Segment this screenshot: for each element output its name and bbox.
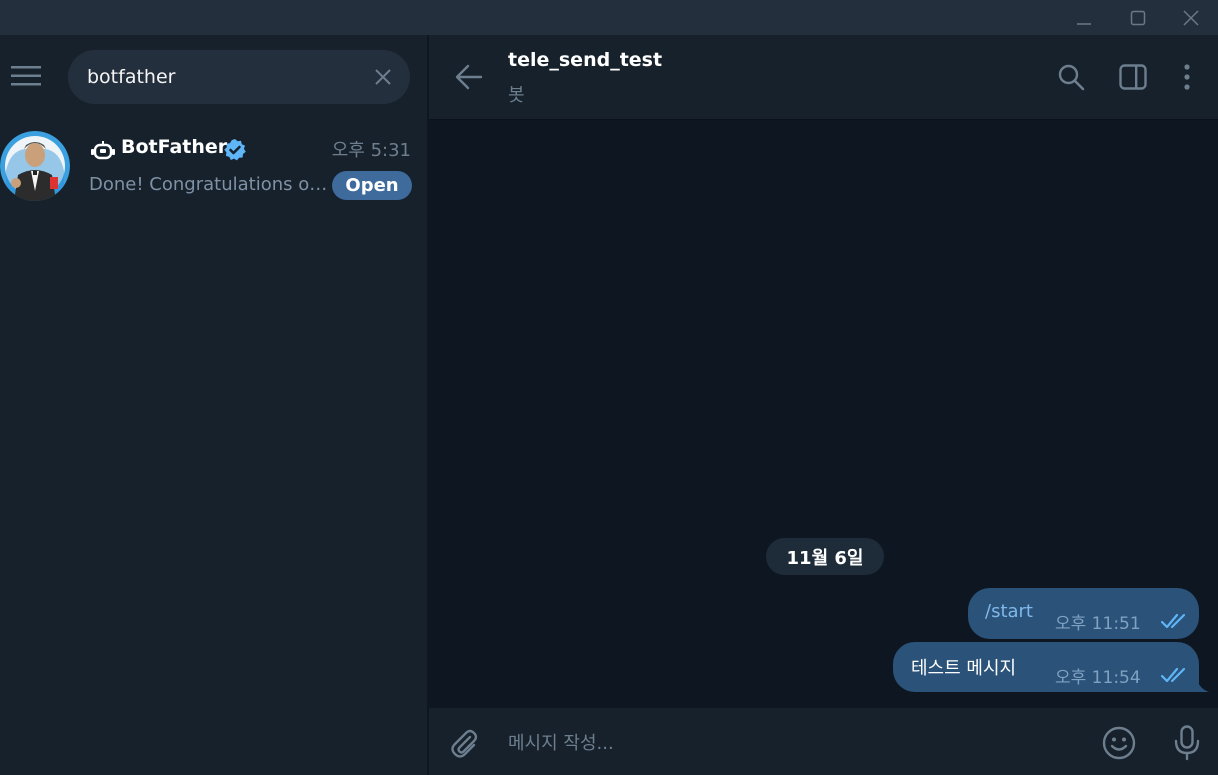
paperclip-icon	[451, 729, 478, 758]
toggle-sidebar-button[interactable]	[1117, 61, 1149, 93]
search-chat-button[interactable]	[1055, 61, 1087, 93]
attach-button[interactable]	[447, 726, 483, 762]
message-bubble[interactable]: /start 오후 11:51	[968, 588, 1199, 639]
minimize-button[interactable]	[1057, 0, 1111, 35]
window-titlebar	[0, 0, 1218, 35]
message-bubble[interactable]: 테스트 메시지 오후 11:54	[893, 642, 1199, 692]
chat-name: BotFather	[121, 136, 228, 158]
arrow-left-icon	[455, 64, 483, 90]
botfather-avatar-image	[0, 131, 70, 201]
message-composer	[429, 708, 1218, 775]
sidebar: BotFather 오후 5:31 Done! Congratulations …	[0, 35, 427, 775]
close-window-button[interactable]	[1164, 0, 1218, 35]
chat-title[interactable]: tele_send_test	[508, 49, 662, 71]
double-check-icon	[1161, 613, 1186, 629]
search-input[interactable]	[87, 62, 357, 92]
message-time: 오후 11:51	[1055, 614, 1141, 634]
close-icon	[375, 69, 391, 85]
more-options-button[interactable]	[1171, 61, 1203, 93]
microphone-icon	[1174, 725, 1200, 761]
voice-record-button[interactable]	[1169, 723, 1205, 763]
chat-subtitle: 봇	[508, 85, 525, 106]
chat-panel: tele_send_test 봇 11월 6일 /start 오후 11:51	[429, 35, 1218, 775]
hamburger-menu-icon	[11, 66, 41, 86]
maximize-icon	[1130, 10, 1146, 25]
date-separator: 11월 6일	[766, 538, 884, 575]
message-text[interactable]: /start	[985, 601, 1033, 622]
main-menu-button[interactable]	[8, 58, 44, 94]
close-icon	[1183, 9, 1199, 26]
open-button[interactable]: Open	[332, 171, 412, 200]
more-vertical-icon	[1184, 64, 1190, 90]
double-check-icon	[1161, 667, 1186, 683]
chat-header: tele_send_test 봇	[429, 35, 1218, 120]
chat-preview: Done! Congratulations on your new bot.	[89, 174, 329, 195]
chat-time: 오후 5:31	[331, 140, 411, 161]
message-time: 오후 11:54	[1055, 668, 1141, 688]
search-box	[68, 50, 410, 104]
verified-badge-icon	[224, 139, 246, 161]
back-button[interactable]	[453, 61, 485, 93]
emoji-button[interactable]	[1101, 725, 1137, 761]
smile-icon	[1102, 726, 1136, 760]
search-result-item[interactable]: BotFather 오후 5:31 Done! Congratulations …	[0, 130, 427, 206]
message-text[interactable]: 테스트 메시지	[911, 654, 1016, 680]
avatar	[0, 131, 70, 201]
message-input[interactable]	[508, 728, 1068, 758]
maximize-button[interactable]	[1111, 0, 1165, 35]
sidebar-panel-icon	[1119, 64, 1147, 90]
clear-search-button[interactable]	[372, 66, 394, 88]
bot-icon	[91, 141, 115, 160]
minimize-icon	[1077, 22, 1091, 25]
search-icon	[1058, 64, 1085, 91]
